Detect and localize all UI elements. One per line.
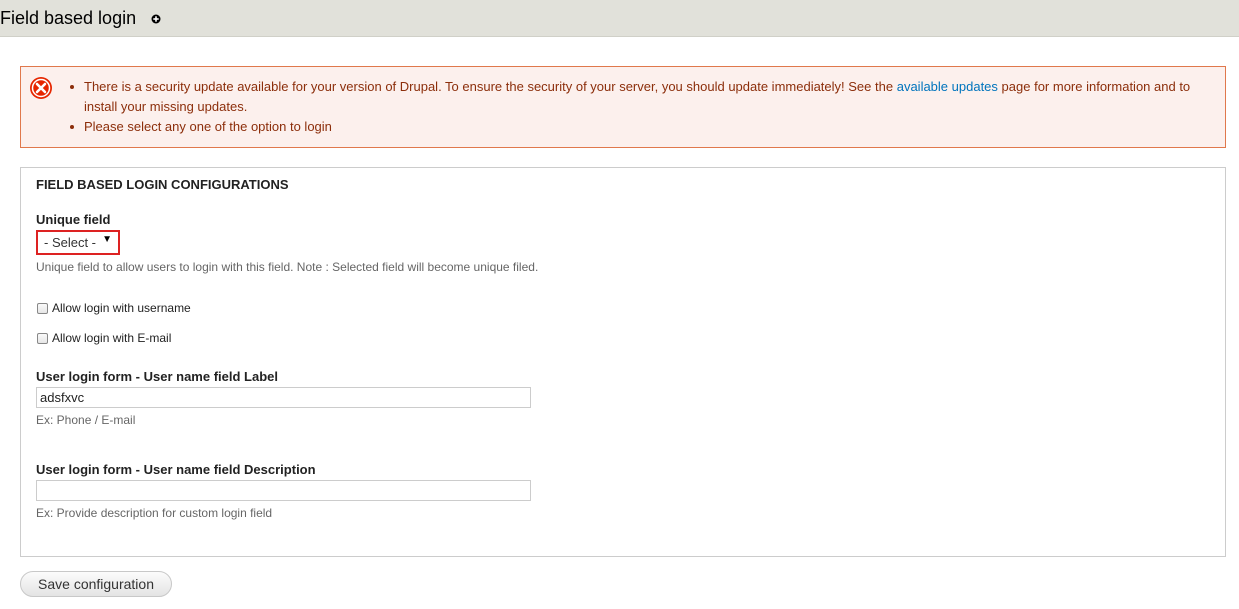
allow-email-checkbox[interactable] xyxy=(37,333,48,344)
username-description-input[interactable] xyxy=(36,480,531,501)
fieldset-legend: FIELD BASED LOGIN CONFIGURATIONS xyxy=(36,177,289,192)
unique-field-selected-value: - Select - xyxy=(44,235,97,250)
select-option-error-message: Please select any one of the option to l… xyxy=(70,117,332,137)
username-description-help: Ex: Provide description for custom login… xyxy=(36,506,273,520)
username-description-field-label: User login form - User name field Descri… xyxy=(36,462,316,477)
allow-username-checkbox[interactable] xyxy=(37,303,48,314)
allow-username-label[interactable]: Allow login with username xyxy=(52,301,191,315)
save-configuration-button[interactable]: Save configuration xyxy=(20,571,172,597)
available-updates-link[interactable]: available updates xyxy=(897,79,998,94)
dropdown-arrow-icon: ▼ xyxy=(102,234,112,245)
username-label-input[interactable] xyxy=(36,387,531,408)
unique-field-description: Unique field to allow users to login wit… xyxy=(36,260,539,274)
unique-field-label: Unique field xyxy=(36,212,111,227)
security-update-message: There is a security update available for… xyxy=(70,77,1209,117)
username-label-description: Ex: Phone / E-mail xyxy=(36,413,136,427)
username-label-field-label: User login form - User name field Label xyxy=(36,369,278,384)
security-message-prefix: There is a security update available for… xyxy=(84,79,894,94)
error-icon xyxy=(30,77,52,99)
allow-email-label[interactable]: Allow login with E-mail xyxy=(52,331,171,345)
error-messages: There is a security update available for… xyxy=(20,66,1226,148)
title-bar: Field based login xyxy=(0,0,1239,37)
add-shortcut-icon[interactable] xyxy=(151,14,161,24)
unique-field-select[interactable]: - Select - ▼ xyxy=(36,230,120,255)
page-title: Field based login xyxy=(0,8,137,28)
field-based-login-fieldset: FIELD BASED LOGIN CONFIGURATIONS Unique … xyxy=(20,167,1226,557)
